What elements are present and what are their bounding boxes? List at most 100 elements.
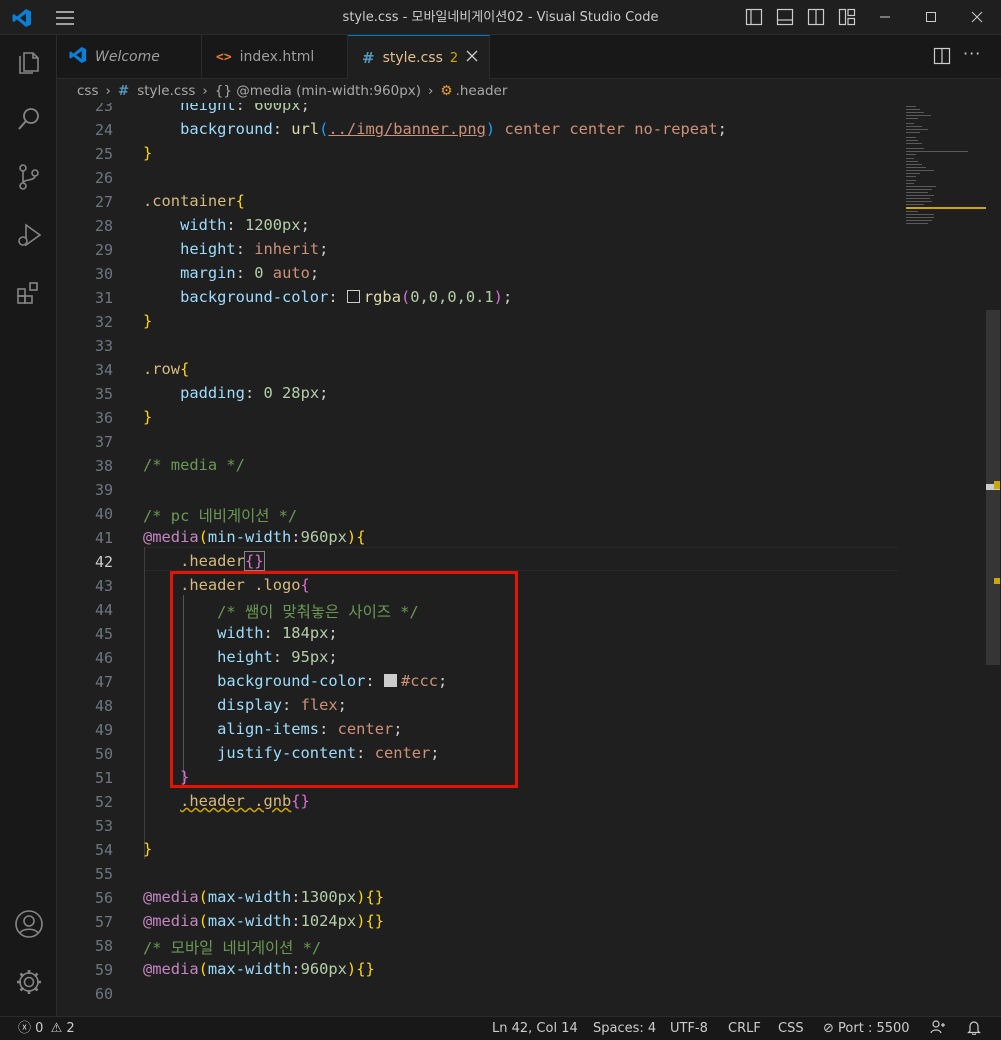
close-window-button[interactable]	[954, 0, 1000, 35]
feedback-icon[interactable]	[930, 1017, 946, 1040]
tab-welcome[interactable]: Welcome	[57, 35, 202, 79]
tab-label: style.css	[382, 50, 443, 66]
line-number: 35	[94, 385, 113, 403]
line-number: 47	[94, 673, 113, 691]
minimap-line	[906, 198, 930, 199]
minimap-line	[906, 112, 924, 113]
files-icon	[15, 47, 43, 79]
problems-status[interactable]: ⓧ 0 ⚠ 2	[18, 1017, 75, 1040]
breadcrumb-selector[interactable]: .header	[456, 83, 508, 99]
extensions-button[interactable]	[0, 271, 57, 319]
line-number: 39	[94, 481, 113, 499]
minimap-line	[906, 195, 934, 196]
minimap-line	[906, 109, 920, 110]
accounts-button[interactable]	[0, 902, 57, 950]
line-number: 28	[94, 217, 113, 235]
line-number: 41	[94, 529, 113, 547]
minimize-button[interactable]	[862, 0, 908, 35]
split-editor-icon[interactable]	[933, 47, 951, 69]
indentation[interactable]: Spaces: 4	[593, 1017, 656, 1040]
minimap-line	[906, 137, 916, 138]
code-line-23: height: 600px;	[143, 103, 310, 114]
warning-marker	[994, 481, 1000, 489]
chevron-right-icon: ›	[105, 83, 111, 99]
line-number: 36	[94, 409, 113, 427]
line-number: 31	[94, 289, 113, 307]
minimap-line	[906, 158, 914, 159]
css-icon: #	[362, 49, 375, 67]
cursor-position[interactable]: Ln 42, Col 14	[492, 1017, 578, 1040]
warning-count: 2	[66, 1021, 75, 1036]
maximize-icon	[925, 8, 937, 27]
line-number: 53	[94, 817, 113, 835]
search-icon	[15, 105, 43, 137]
source-control-icon	[15, 163, 43, 195]
code-line-42: .header{}	[180, 551, 265, 571]
symbol-class-icon: ⚙	[440, 83, 453, 99]
end-of-line[interactable]: CRLF	[728, 1017, 761, 1040]
html-icon: <>	[216, 49, 232, 65]
minimap-line	[906, 148, 924, 149]
line-number: 54	[94, 841, 113, 859]
highlight-box	[170, 571, 518, 788]
tab-label: Welcome	[95, 49, 160, 65]
encoding[interactable]: UTF-8	[670, 1017, 708, 1040]
source-control-button[interactable]	[0, 155, 57, 203]
line-number: 48	[94, 697, 113, 715]
minimize-icon	[879, 8, 891, 27]
warning-marker	[994, 578, 1000, 584]
manage-button[interactable]	[0, 960, 57, 1008]
search-button[interactable]	[0, 97, 57, 145]
line-number: 46	[94, 649, 113, 667]
code-line-30: margin: 0 auto;	[180, 264, 320, 282]
run-debug-button[interactable]	[0, 213, 57, 261]
menu-icon[interactable]	[55, 8, 75, 28]
line-number: 59	[94, 961, 113, 979]
line-number: 52	[94, 793, 113, 811]
status-bar: ⓧ 0 ⚠ 2 Ln 42, Col 14 Spaces: 4 UTF-8 CR…	[0, 1016, 1001, 1040]
code-line-56: @media(max-width:1300px){}	[143, 888, 385, 906]
line-number: 26	[94, 169, 113, 187]
minimap-line	[906, 192, 928, 193]
breadcrumb-media[interactable]: {} @media (min-width:960px)	[215, 83, 421, 99]
more-actions-icon[interactable]: ···	[963, 44, 981, 63]
vscode-logo-icon[interactable]	[12, 8, 32, 28]
close-tab-icon[interactable]	[466, 50, 478, 66]
css-icon: #	[117, 83, 130, 99]
code-line-40: /* pc 네비게이션 */	[143, 507, 298, 525]
line-number: 30	[94, 265, 113, 283]
tab-style-css[interactable]: # style.css 2	[348, 35, 490, 80]
toggle-panel-icon[interactable]	[776, 8, 796, 28]
bell-icon[interactable]	[966, 1017, 982, 1040]
editor-tabs: Welcome <> index.html # style.css 2 ···	[57, 35, 1001, 80]
error-count: 0	[35, 1021, 44, 1036]
code-editor[interactable]: 23 24 25 26 27 28 29 30 31 32 33 34 35 36 37 38 39 40 41 42…	[57, 103, 1001, 1016]
toggle-primary-sidebar-icon[interactable]	[745, 8, 765, 28]
minimap-line	[906, 183, 914, 184]
code-line-25: }	[143, 144, 153, 162]
language-mode[interactable]: CSS	[778, 1017, 804, 1040]
minimap-line	[906, 176, 916, 177]
title-bar: style.css - 모바일네비게이션02 - Visual Studio C…	[0, 0, 1001, 35]
line-number: 51	[94, 769, 113, 787]
maximize-button[interactable]	[908, 0, 954, 35]
minimap-line	[906, 189, 932, 190]
color-swatch[interactable]	[346, 290, 360, 303]
tab-index-html[interactable]: <> index.html	[202, 35, 348, 79]
customize-layout-icon[interactable]	[838, 8, 858, 28]
toggle-secondary-sidebar-icon[interactable]	[807, 8, 827, 28]
breadcrumb-file[interactable]: style.css	[137, 83, 195, 99]
minimap[interactable]	[904, 103, 986, 233]
port-label: Port : 5500	[838, 1021, 910, 1036]
breadcrumb-folder[interactable]: css	[77, 83, 99, 99]
vscode-icon	[69, 46, 87, 68]
code-line-52: .header .gnb{}	[180, 792, 310, 810]
explorer-button[interactable]	[0, 39, 57, 87]
line-number: 40	[94, 505, 113, 523]
minimap-line	[906, 106, 916, 107]
minimap-line	[906, 170, 934, 171]
run-debug-icon	[15, 221, 43, 253]
line-number: 37	[94, 433, 113, 451]
line-number: 50	[94, 745, 113, 763]
live-server-port[interactable]: ⊘ Port : 5500	[823, 1017, 910, 1040]
